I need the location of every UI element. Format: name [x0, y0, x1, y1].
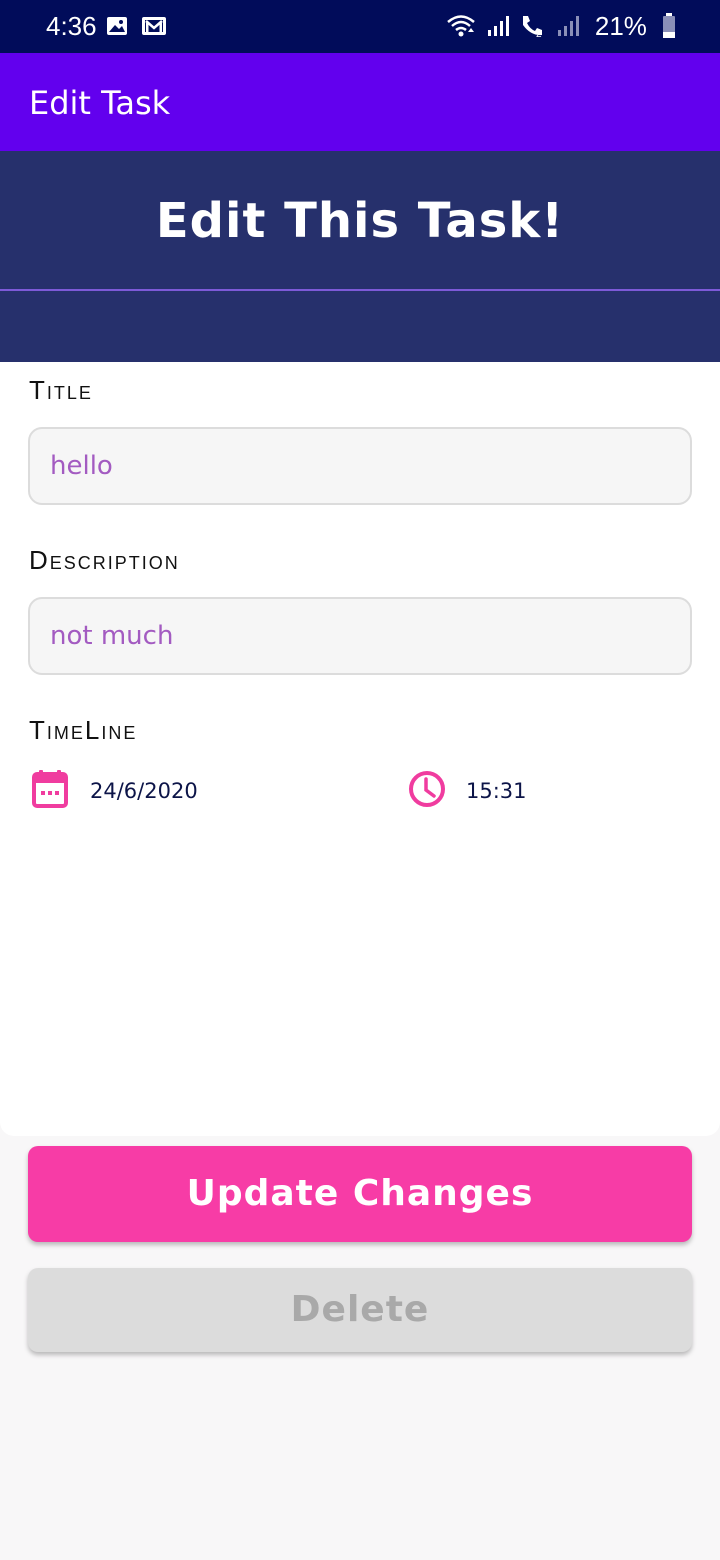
app-bar-title: Edit Task: [29, 84, 171, 122]
page-title: Edit This Task!: [155, 193, 565, 249]
battery-icon: [663, 13, 675, 38]
date-picker[interactable]: 24/6/2020: [32, 770, 332, 810]
wifi-calling-icon: 2: [522, 16, 542, 39]
status-time: 4:36: [46, 11, 97, 41]
calendar-icon[interactable]: [32, 770, 68, 808]
notification-icons: [106, 15, 175, 39]
status-right: 2 21%: [442, 11, 676, 41]
header-divider: [0, 289, 720, 291]
timeline-label: TimeLine: [29, 715, 138, 745]
title-field[interactable]: [28, 427, 692, 505]
clock-icon[interactable]: [408, 770, 446, 808]
title-input[interactable]: [30, 429, 690, 503]
battery-percent: 21%: [594, 11, 647, 41]
wifi-icon: [447, 15, 476, 37]
time-picker[interactable]: 15:31: [408, 770, 608, 810]
description-field[interactable]: [28, 597, 692, 675]
gmail-icon: [142, 17, 167, 35]
description-input[interactable]: [30, 599, 690, 673]
header-banner: Edit This Task!: [0, 151, 720, 363]
date-value[interactable]: 24/6/2020: [90, 776, 198, 806]
task-form: Title Description TimeLine 24/6/2020 15:…: [0, 362, 720, 1136]
signal-icon: [487, 16, 509, 36]
description-label: Description: [29, 545, 180, 575]
delete-button[interactable]: Delete: [28, 1268, 692, 1352]
svg-text:2: 2: [536, 29, 542, 39]
signal-icon: [557, 16, 579, 36]
update-changes-button[interactable]: Update Changes: [28, 1146, 692, 1242]
image-icon: [107, 17, 127, 35]
title-label: Title: [29, 375, 93, 405]
status-bar: 4:36 2 21%: [0, 0, 720, 53]
app-bar: Edit Task: [0, 53, 720, 151]
time-value[interactable]: 15:31: [466, 776, 527, 806]
